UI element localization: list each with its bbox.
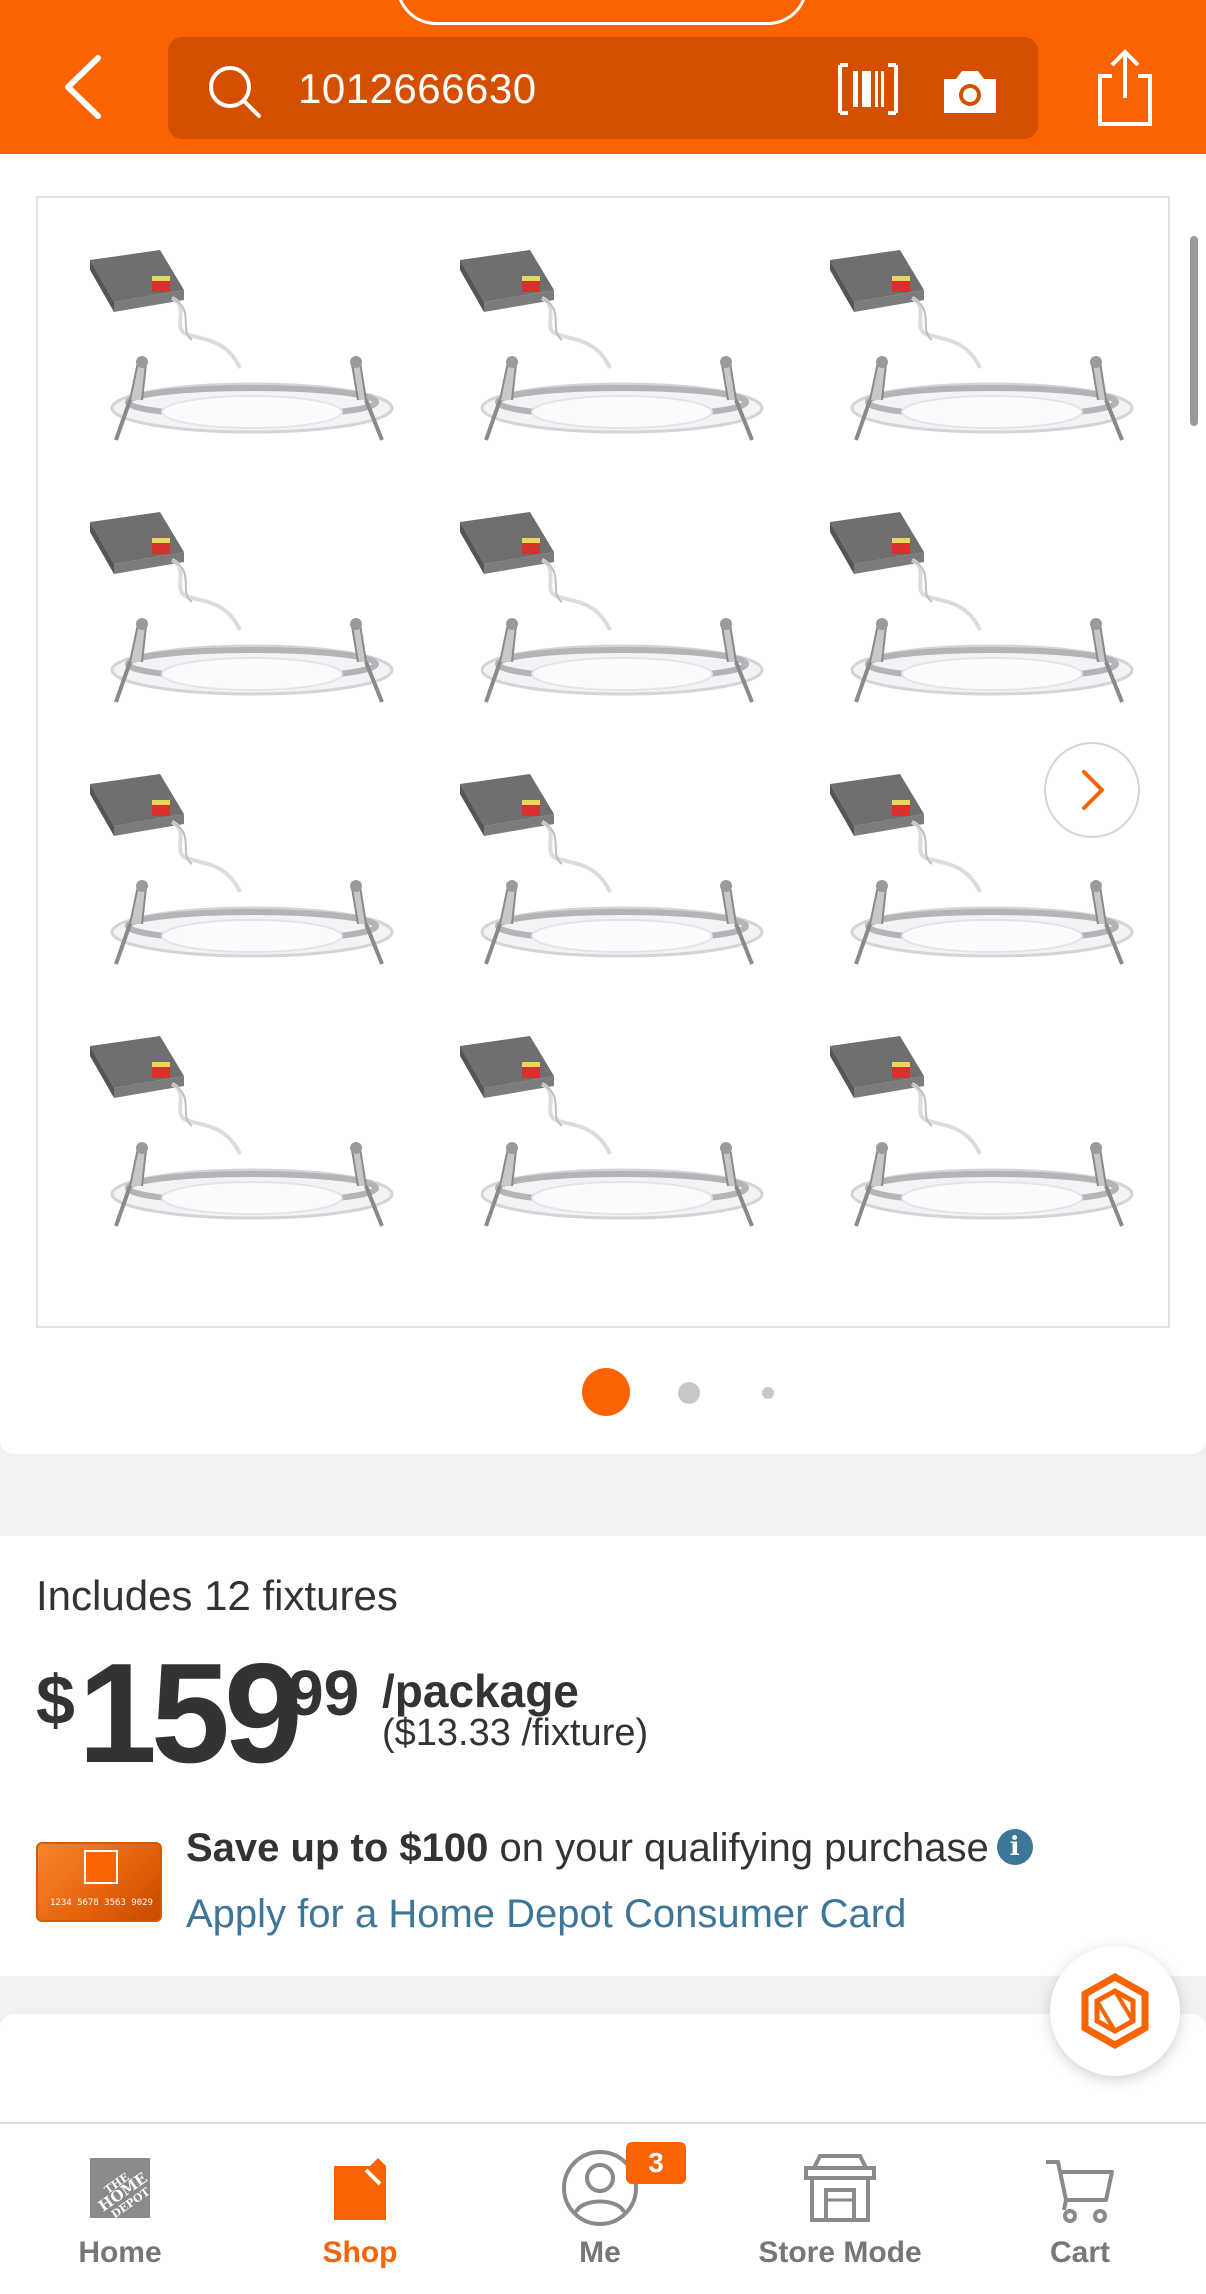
pagination-dot[interactable] [678,1382,700,1404]
recessed-light-fixture [430,1024,800,1286]
share-button[interactable] [1090,46,1160,130]
recessed-light-fixture [430,500,800,762]
app-header: 1012666630 [0,0,1206,154]
shop-icon [334,2158,386,2220]
pagination-dot-active[interactable] [582,1368,630,1416]
recessed-light-fixture [60,1024,430,1286]
recessed-light-fixture [60,238,430,500]
nav-store-mode[interactable]: Store Mode [720,2124,960,2294]
barcode-icon[interactable] [836,61,900,117]
promo-savings-rest: on your qualifying purchase [488,1826,989,1870]
next-section-card [0,2014,1206,2124]
nav-cart[interactable]: Cart [960,2124,1200,2294]
info-icon[interactable]: i [996,1829,1033,1865]
home-depot-logo-icon: THE HOME DEPOT [90,2158,153,2221]
store-icon [804,2154,876,2222]
recessed-light-fixture [800,1024,1170,1286]
hexagon-logo-icon [1081,1972,1149,2050]
back-arrow-icon [65,55,101,119]
search-bar[interactable]: 1012666630 [168,37,1038,139]
price-dollars: 159 [78,1634,303,1793]
bottom-navigation: THE HOME DEPOT Home Shop 3 Me Store Mode [0,2122,1206,2294]
camera-icon[interactable] [940,65,1000,117]
notification-badge: 3 [626,2142,686,2184]
card-number: 1234 5678 3563 9029 [50,1898,153,1908]
next-image-button[interactable] [1044,742,1140,838]
recessed-light-fixture [60,500,430,762]
search-input[interactable]: 1012666630 [298,65,537,113]
promo-savings: Save up to $100 [186,1826,489,1870]
recessed-light-fixture [800,500,1170,762]
nav-home[interactable]: THE HOME DEPOT Home [0,2124,240,2294]
nav-label: Shop [322,2236,398,2269]
scroll-indicator [1190,236,1198,426]
credit-card-promo: 1234 5678 3563 9029 Save up to $100 on y… [36,1814,1176,1954]
chevron-right-icon [1082,770,1104,810]
recessed-light-fixture [800,238,1170,500]
fixture-grid [60,238,1160,1298]
search-icon [209,66,261,118]
includes-text: Includes 12 fixtures [36,1572,398,1619]
recessed-light-fixture [60,762,430,1024]
cart-icon [1046,2160,1114,2223]
nav-label: Home [78,2236,162,2269]
nav-label: Me [579,2236,621,2269]
promo-text: Save up to $100 on your qualifying purch… [186,1826,1033,1871]
price-card: Includes 12 fixtures $ 159 99 /package (… [0,1536,1206,1976]
share-icon [1098,49,1152,126]
chat-assistant-button[interactable] [1050,1946,1180,2076]
back-button[interactable] [52,52,112,122]
pagination-dot[interactable] [762,1387,774,1399]
product-image[interactable] [36,196,1170,1328]
price-cents: 99 [288,1657,360,1729]
nav-shop[interactable]: Shop [240,2124,480,2294]
credit-card-image: 1234 5678 3563 9029 [36,1842,162,1922]
gallery-pagination [0,1366,1206,1416]
price-unit: /package [382,1665,579,1717]
apply-card-link[interactable]: Apply for a Home Depot Consumer Card [186,1892,906,1937]
product-image-card [0,154,1206,1454]
home-depot-logo-icon [84,1850,118,1884]
nav-label: Store Mode [758,2236,922,2269]
recessed-light-fixture [430,238,800,500]
device-notch [396,0,808,25]
price-per-fixture: ($13.33 /fixture) [382,1712,649,1754]
recessed-light-fixture [430,762,800,1024]
nav-me[interactable]: 3 Me [480,2124,720,2294]
price-currency: $ [36,1661,75,1739]
nav-label: Cart [1049,2236,1110,2269]
